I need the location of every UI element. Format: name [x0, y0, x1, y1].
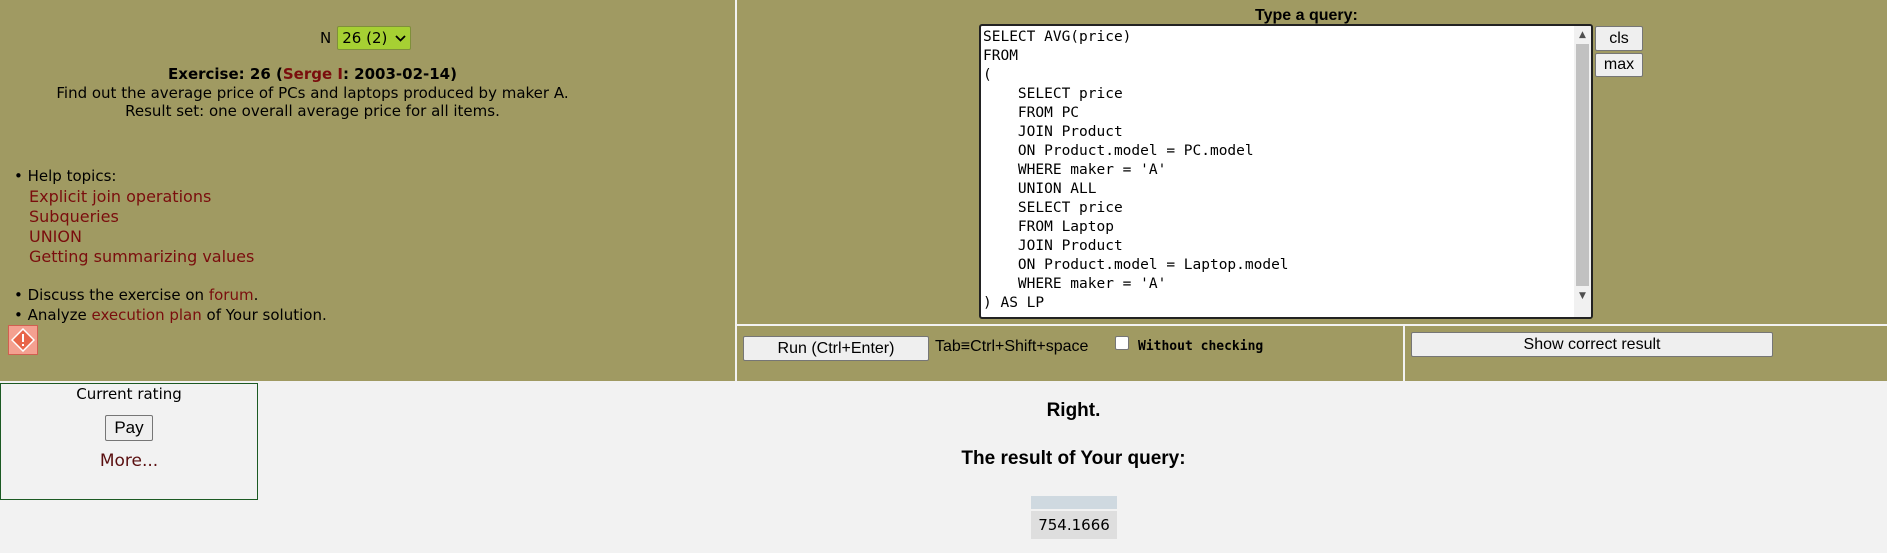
scroll-down-icon[interactable]: ▼ [1577, 289, 1588, 303]
show-result-bar: Show correct result [1405, 326, 1887, 381]
query-scrollbar[interactable]: ▲ ▼ [1574, 26, 1591, 317]
rating-title: Current rating [76, 385, 182, 403]
author-link[interactable]: Serge I [283, 65, 343, 83]
query-text: SELECT AVG(price) FROM ( SELECT price FR… [983, 29, 1289, 311]
query-panel: Type a query: SELECT AVG(price) FROM ( S… [737, 0, 1887, 324]
query-textarea[interactable]: SELECT AVG(price) FROM ( SELECT price FR… [979, 24, 1593, 319]
query-title: Type a query: [1255, 7, 1358, 24]
help-topics-label: • Help topics: [14, 167, 117, 185]
without-checking-checkbox[interactable] [1115, 336, 1129, 350]
tab-hint: Tab≡Ctrl+Shift+space [935, 338, 1089, 355]
show-correct-result-button[interactable]: Show correct result [1411, 332, 1773, 357]
result-status: Right. [1046, 400, 1101, 421]
result-heading: The result of Your query: [961, 448, 1186, 469]
result-area: Right. The result of Your query: 754.166… [737, 381, 1887, 553]
exercise-selector: N 26 (2) [320, 26, 412, 50]
help-topics-list: Explicit join operations Subqueries UNIO… [29, 187, 254, 267]
help-link-union[interactable]: UNION [29, 227, 82, 246]
exercise-title: Exercise: 26 (Serge I: 2003-02-14) [168, 65, 457, 83]
analyze-line: • Analyze execution plan of Your solutio… [14, 306, 327, 324]
help-link-explicit-join[interactable]: Explicit join operations [29, 187, 211, 206]
exercise-panel: N 26 (2) Exercise: 26 (Serge I: 2003-02-… [0, 0, 735, 381]
result-table-header [1031, 496, 1117, 509]
result-table: 754.1666 [1031, 496, 1117, 539]
exercise-description: Find out the average price of PCs and la… [56, 84, 569, 102]
help-link-subqueries[interactable]: Subqueries [29, 207, 119, 226]
help-link-summarizing[interactable]: Getting summarizing values [29, 247, 254, 266]
max-button[interactable]: max [1595, 53, 1643, 77]
pay-button[interactable]: Pay [105, 415, 153, 441]
exercise-number-value: 26 (2) [342, 29, 388, 47]
exercise-result-set: Result set: one overall average price fo… [125, 102, 500, 120]
execution-plan-link[interactable]: execution plan [92, 306, 202, 324]
scroll-thumb[interactable] [1576, 44, 1589, 286]
discuss-line: • Discuss the exercise on forum. [14, 286, 259, 304]
forum-link[interactable]: forum [209, 286, 254, 304]
exercise-number-select[interactable]: 26 (2) [337, 26, 412, 50]
cls-button[interactable]: cls [1595, 26, 1643, 51]
run-button[interactable]: Run (Ctrl+Enter) [743, 336, 929, 361]
without-checking-label: Without checking [1138, 339, 1264, 354]
warning-diamond-icon[interactable] [8, 325, 38, 355]
more-link[interactable]: More... [1, 451, 257, 471]
rating-box: Current rating Pay More... [0, 383, 258, 500]
run-bar: Run (Ctrl+Enter) Tab≡Ctrl+Shift+space Wi… [737, 326, 1403, 381]
scroll-up-icon[interactable]: ▲ [1577, 28, 1588, 42]
chevron-down-icon [395, 34, 406, 42]
result-cell: 754.1666 [1031, 511, 1117, 539]
n-label: N [320, 29, 332, 47]
